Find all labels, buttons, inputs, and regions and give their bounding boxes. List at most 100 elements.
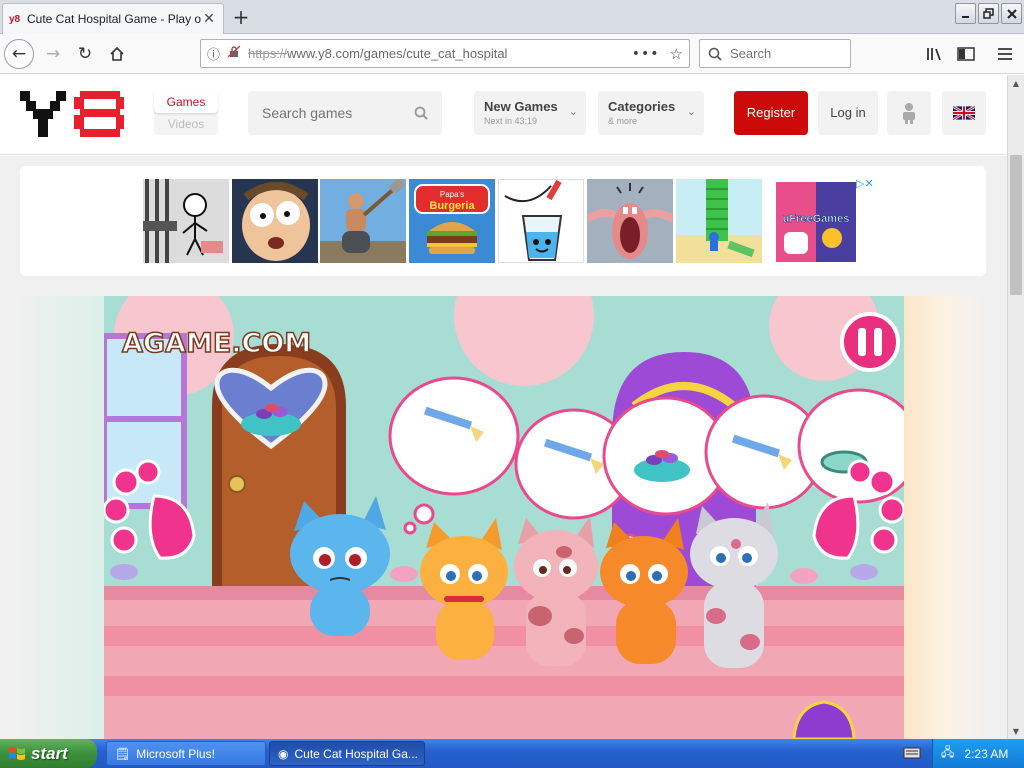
taskbar-item-label: Microsoft Plus! [136,746,215,761]
person-icon [903,103,915,124]
svg-text:uFreeGames: uFreeGames [783,213,850,225]
scroll-down-icon[interactable]: ▼ [1008,723,1024,739]
svg-text:Papa's: Papa's [440,190,464,199]
tower-runner-image [676,179,762,263]
categories-dropdown[interactable]: Categories & more ⌄ [598,91,704,135]
reload-icon: ↻ [77,44,93,64]
papas-burgeria-thumb[interactable]: Papa's Burgeria [409,179,495,263]
stickman-prison-image [143,179,229,263]
minimize-icon [961,15,969,18]
start-label: start [31,743,68,763]
tab-close-icon[interactable]: ✕ [201,11,217,27]
categories-sub: & more [608,116,638,126]
restore-icon [983,8,994,19]
nav-videos-tab[interactable]: Videos [154,113,218,135]
arrow-left-icon: ← [11,44,27,64]
sidebar-icon [957,47,975,61]
uk-flag-icon [953,106,975,120]
hamburger-menu-icon [998,48,1012,60]
arrow-right-icon: → [45,44,61,64]
info-icon[interactable]: ⓘ [207,44,220,63]
search-icon [708,47,722,61]
chevron-down-icon: ⌄ [686,105,696,118]
windows-taskbar: start 🗒 Microsoft Plus! ◉ Cute Cat Hospi… [0,739,1024,768]
close-icon [1006,8,1017,19]
insecure-lock-icon[interactable] [227,45,241,62]
adchoices-icon[interactable]: ▷✕ [856,177,874,190]
start-button[interactable]: start [0,739,97,768]
scroll-thumb[interactable] [1010,155,1022,295]
home-icon [110,46,124,61]
tab-title: Cute Cat Hospital Game - Play onli [27,12,201,26]
restore-button[interactable] [978,3,999,24]
login-button[interactable]: Log in [818,91,878,135]
bookmark-star-icon[interactable]: ☆ [670,45,683,63]
new-games-dropdown[interactable]: New Games Next in 43:19 ⌄ [474,91,586,135]
home-button[interactable] [102,39,132,69]
clock[interactable]: 2:23 AM [964,747,1008,761]
mouth-dentist-image [587,179,673,263]
minimize-button[interactable] [955,3,976,24]
search-icon[interactable] [414,106,428,120]
game-side-glow-left [14,296,104,739]
windows-flag-icon [9,746,25,760]
agame-watermark: AGAME.COM [122,328,311,359]
language-button[interactable] [942,91,986,135]
happy-glass-image [499,180,583,262]
new-tab-button[interactable]: + [228,4,254,30]
page-scrollbar[interactable]: ▲ ▼ [1007,75,1024,739]
menu-button[interactable] [994,43,1016,65]
stickman-prison-thumb[interactable] [143,179,229,263]
cute-cat-hospital-scene: AGAME.COM [104,296,904,739]
firefox-icon: ◉ [278,746,289,761]
taskbar-item-firefox[interactable]: ◉ Cute Cat Hospital Ga... [269,741,425,766]
cartoon-face-image [232,179,318,263]
scroll-up-icon[interactable]: ▲ [1008,75,1024,91]
profile-button[interactable] [887,91,931,135]
browser-tab-active[interactable]: y8 Cute Cat Hospital Game - Play onli ✕ [2,3,224,34]
new-games-timer: Next in 43:19 [484,116,538,126]
reload-button[interactable]: ↻ [70,39,100,69]
page-actions-icon[interactable]: ••• [632,46,660,62]
browser-search-bar[interactable] [699,39,851,68]
y8-favicon-icon: y8 [9,13,21,25]
taskbar-item-microsoft-plus[interactable]: 🗒 Microsoft Plus! [106,741,266,766]
register-button[interactable]: Register [734,91,808,135]
ad-strip: Papa's Burgeria uFreeGames ▷✕ [20,166,986,276]
mouth-dentist-thumb[interactable] [587,179,673,263]
browser-tab-strip: y8 Cute Cat Hospital Game - Play onli ✕ … [0,0,1024,34]
close-window-button[interactable] [1001,3,1022,24]
chevron-down-icon: ⌄ [568,105,578,118]
categories-label: Categories [608,99,676,114]
browser-toolbar: ← → ↻ ⓘ https://www.y8.com/games/cute_ca… [0,34,1024,74]
keyboard-tray-icon[interactable] [903,745,921,761]
browser-search-input[interactable] [730,46,840,61]
ufreegames-image: uFreeGames [776,182,856,262]
site-search-box[interactable] [248,91,442,135]
hammer-climber-thumb[interactable] [320,179,406,263]
tower-runner-thumb[interactable] [676,179,762,263]
y8-logo[interactable] [20,91,124,137]
url-text: https://www.y8.com/games/cute_cat_hospit… [248,46,508,61]
new-games-label: New Games [484,99,558,114]
svg-text:Burgeria: Burgeria [429,200,475,212]
ufreegames-thumb[interactable]: uFreeGames [776,182,856,262]
url-bar[interactable]: ⓘ https://www.y8.com/games/cute_cat_hosp… [200,39,690,68]
happy-glass-thumb[interactable] [498,179,584,263]
notepad-icon: 🗒 [115,746,131,761]
library-icon [927,48,941,61]
site-search-input[interactable] [262,105,402,121]
sidebar-button[interactable] [955,43,977,65]
site-header: Games Videos New Games Next in 43:19 ⌄ C… [0,75,1007,155]
hammer-climber-image [320,179,406,263]
forward-button[interactable]: → [38,39,68,69]
game-canvas[interactable]: AGAME.COM [104,296,904,739]
pause-icon [840,312,900,372]
back-button[interactable]: ← [4,39,34,69]
games-videos-toggle: Games Videos [154,91,218,135]
network-tray-icon[interactable]: 🖧 [941,743,954,764]
game-side-glow-right [904,296,987,739]
nav-games-tab[interactable]: Games [154,91,218,113]
library-button[interactable] [924,43,946,65]
cartoon-face-thumb[interactable] [232,179,318,263]
